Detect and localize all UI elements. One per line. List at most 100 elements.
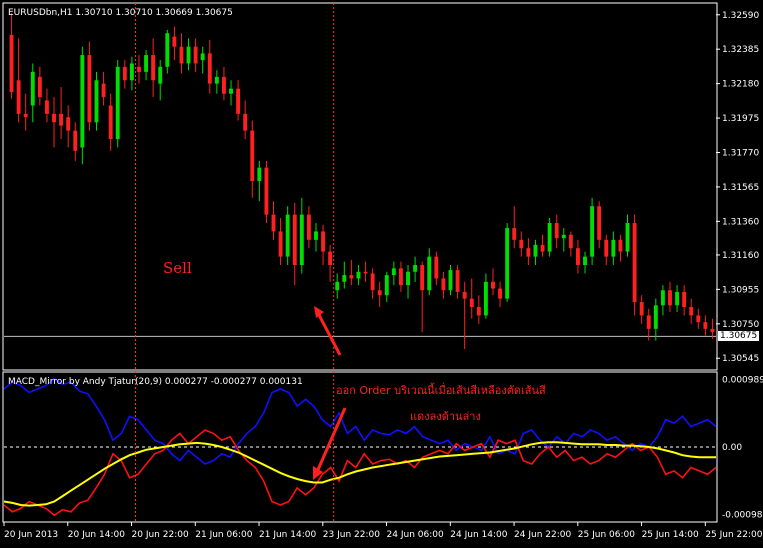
price-tick-label: 1.32385 xyxy=(722,45,759,55)
candle-body xyxy=(59,113,64,126)
candle-body xyxy=(420,265,425,291)
candle-body xyxy=(639,301,644,316)
candle-body xyxy=(689,307,694,316)
time-tick-label: 24 Jun 14:00 xyxy=(450,530,507,540)
price-tick-label: 1.31360 xyxy=(722,217,759,227)
time-tick-label: 24 Jun 06:00 xyxy=(387,530,444,540)
candle-body xyxy=(250,130,255,182)
candle-body xyxy=(434,256,439,279)
candle-body xyxy=(314,231,318,240)
chart-window[interactable]: 1.32590 1.32385 1.32180 1.31975 1.31770 1.315… xyxy=(0,0,763,544)
candle-body xyxy=(214,76,219,84)
candle-body xyxy=(554,223,559,239)
candle-body xyxy=(398,268,403,286)
candle-body xyxy=(243,113,248,131)
candle-body xyxy=(668,290,672,306)
candle-body xyxy=(165,33,170,67)
candle-body xyxy=(236,88,241,114)
indicator-header: MACD_Mirror by Andy Tjatur(20,9) 0.00027… xyxy=(8,377,303,387)
candle-body xyxy=(229,88,233,94)
macd-tick-label: 0.00 xyxy=(722,443,742,453)
candle-body xyxy=(16,80,21,114)
candle-body xyxy=(66,117,71,131)
candle-body xyxy=(299,214,304,266)
candle-body xyxy=(625,223,630,252)
candle-body xyxy=(101,83,106,98)
candle-body xyxy=(37,76,42,98)
time-tick-label: 24 Jun 22:00 xyxy=(514,530,571,540)
candle-body xyxy=(476,307,481,316)
candle-body xyxy=(271,214,276,232)
candle-body xyxy=(483,281,488,316)
candle-body xyxy=(30,71,35,106)
candle-body xyxy=(137,66,141,72)
candle-body xyxy=(321,231,326,252)
candle-body xyxy=(80,55,85,148)
candle-body xyxy=(151,55,156,81)
price-tick-label: 1.32180 xyxy=(722,80,759,90)
time-tick-label: 20 Jun 14:00 xyxy=(68,530,125,540)
candle-body xyxy=(285,214,290,257)
candle-body xyxy=(646,315,651,329)
candle-body xyxy=(547,223,552,252)
candle-body xyxy=(52,113,56,123)
time-tick-label: 20 Jun 22:00 xyxy=(132,530,189,540)
price-tick-label: 1.31565 xyxy=(722,183,759,193)
candle-body xyxy=(377,290,382,296)
candle-body xyxy=(342,275,347,282)
candle-body xyxy=(526,248,531,257)
indicator-annotation-line1: ออก Order บริเวณนี้เมื่อเส้นสีเหลืองตัดเ… xyxy=(336,384,546,397)
candle-body xyxy=(335,281,340,291)
candle-body xyxy=(94,80,99,123)
candle-body xyxy=(186,46,191,64)
candle-body xyxy=(306,214,311,240)
time-tick-label: 25 Jun 14:00 xyxy=(642,530,699,540)
candle-body xyxy=(172,36,177,47)
candle-body xyxy=(278,231,283,257)
current-price-tag: 1.30675 xyxy=(718,331,760,342)
candle-body xyxy=(370,273,375,291)
candle-body xyxy=(391,268,396,276)
candle-body xyxy=(384,275,389,296)
candle-body xyxy=(122,66,127,81)
candle-body xyxy=(264,167,269,215)
candle-body xyxy=(590,206,595,257)
candle-body xyxy=(413,265,418,272)
main-chart-header: EURUSDbn,H1 1.30710 1.30710 1.30669 1.30… xyxy=(8,8,233,18)
candle-body xyxy=(583,256,587,266)
candle-body xyxy=(144,55,149,72)
chart-canvas[interactable]: 1.32590 1.32385 1.32180 1.31975 1.31770 1.315… xyxy=(0,0,763,544)
candle-body xyxy=(675,291,680,306)
price-tick-label: 1.31975 xyxy=(722,114,759,124)
candle-body xyxy=(115,66,120,140)
candle-body xyxy=(23,113,28,118)
candle-body xyxy=(9,34,14,93)
candle-body xyxy=(611,239,616,257)
candle-body xyxy=(455,270,460,292)
candle-body xyxy=(575,248,580,266)
candle-body xyxy=(469,298,474,308)
time-tick-label: 21 Jun 14:00 xyxy=(259,530,316,540)
candle-body xyxy=(292,214,297,266)
candle-body xyxy=(441,278,446,291)
candle-body xyxy=(129,63,134,81)
candle-body xyxy=(597,206,602,240)
candle-body xyxy=(498,288,503,299)
candle-body xyxy=(257,167,262,182)
candle-body xyxy=(200,53,205,61)
candle-body xyxy=(427,256,432,291)
price-tick-label: 1.30545 xyxy=(722,354,759,364)
candle-body xyxy=(604,239,609,257)
candle-body xyxy=(207,53,212,84)
candle-body xyxy=(660,290,665,306)
price-tick-label: 1.30750 xyxy=(722,320,759,330)
time-tick-label: 20 Jun 2013 xyxy=(4,530,58,540)
candle-body xyxy=(356,271,361,279)
time-tick-label: 25 Jun 22:00 xyxy=(705,530,762,540)
candle-body xyxy=(653,305,658,329)
candle-body xyxy=(73,130,78,151)
candle-body xyxy=(87,55,92,123)
time-tick-label: 21 Jun 06:00 xyxy=(195,530,252,540)
price-tick-label: 1.30955 xyxy=(722,285,759,295)
candle-body xyxy=(108,105,113,140)
